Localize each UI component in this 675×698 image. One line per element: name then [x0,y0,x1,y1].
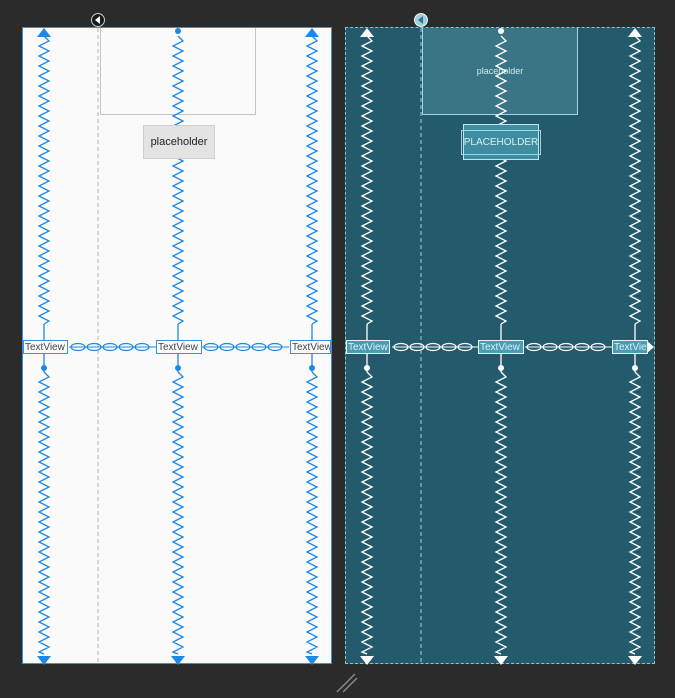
anchor-dot [498,365,504,371]
textview-right[interactable]: TextView [290,340,331,354]
spring-constraint-bottom [37,371,51,655]
spring-constraint-top [628,35,642,325]
spring-constraint-top [494,35,508,325]
resize-handle-icon[interactable] [335,670,361,696]
anchor-dot [175,28,181,34]
design-panel[interactable]: placeholder TextView TextView TextView [22,27,332,665]
constraint-arrow-icon [37,28,51,37]
constraint-arrow-icon [628,656,642,665]
textview-left-blueprint[interactable]: TextView [346,340,390,354]
spring-constraint-bottom [305,371,319,655]
constraint-arrow-icon [360,656,374,665]
anchor-dot [364,365,370,371]
anchor-dot [175,365,181,371]
spring-constraint-bottom [628,371,642,655]
spring-constraint-bottom [494,371,508,655]
placeholder-button-blueprint[interactable]: PLACEHOLDER [460,124,542,160]
constraint-arrow-icon [628,28,642,37]
constraint-arrow-icon [305,28,319,37]
textview-left[interactable]: TextView [23,340,68,354]
blueprint-panel[interactable]: placeholder PLACEHOLDER TextView TextVie… [345,27,655,665]
spring-constraint-top [171,35,185,325]
anchor-dot [41,365,47,371]
constraint-arrow-icon [305,656,319,665]
placeholder-button[interactable]: placeholder [143,125,215,159]
guideline-handle-icon[interactable] [91,13,105,27]
constraint-arrow-icon [37,656,51,665]
textview-center-blueprint[interactable]: TextView [478,340,524,354]
constraint-arrow-icon [171,656,185,665]
spring-constraint-top [360,35,374,325]
textview-right-blueprint[interactable]: TextView [612,340,648,354]
spring-constraint-top [37,35,51,325]
anchor-dot [309,365,315,371]
textview-center[interactable]: TextView [156,340,202,354]
placeholder-button-label: PLACEHOLDER [460,129,542,155]
guideline-handle-icon-blueprint[interactable] [414,13,428,27]
anchor-dot [498,28,504,34]
constraint-arrow-icon [494,656,508,665]
constraint-arrow-icon [360,28,374,37]
spring-constraint-top [305,35,319,325]
spring-constraint-bottom [360,371,374,655]
spring-constraint-bottom [171,371,185,655]
anchor-dot [632,365,638,371]
